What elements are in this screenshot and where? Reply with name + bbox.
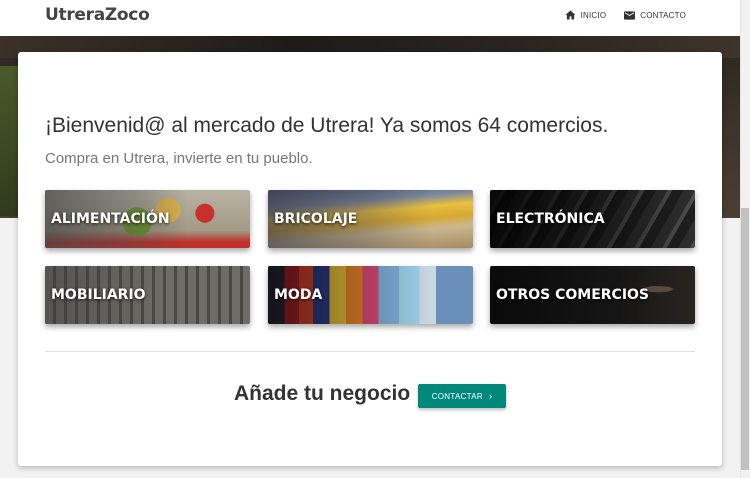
scrollbar-thumb[interactable]	[741, 208, 749, 470]
home-icon	[565, 10, 576, 20]
brand-logo[interactable]: UtreraZoco	[45, 5, 150, 25]
hero-tree	[0, 66, 20, 216]
category-label: OTROS COMERCIOS	[496, 287, 650, 303]
contact-button[interactable]: CONTACTAR ›	[418, 384, 506, 408]
category-tile-bricolaje[interactable]: BRICOLAJE	[268, 190, 473, 248]
nav-menu: INICIO CONTACTO	[565, 10, 686, 20]
category-label: BRICOLAJE	[274, 211, 358, 227]
welcome-title: ¡Bienvenid@ al mercado de Utrera! Ya som…	[45, 114, 609, 137]
add-business-heading: Añade tu negocio	[234, 382, 411, 405]
category-tile-mobiliario[interactable]: MOBILIARIO	[45, 266, 250, 324]
nav-link-contacto[interactable]: CONTACTO	[624, 11, 686, 20]
category-tile-moda[interactable]: MODA	[268, 266, 473, 324]
category-tile-electronica[interactable]: ELECTRÓNICA	[490, 190, 695, 248]
mail-icon	[624, 10, 636, 20]
page-scrollbar[interactable]	[740, 0, 750, 478]
contact-button-label: CONTACTAR	[431, 391, 483, 401]
welcome-subtitle: Compra en Utrera, invierte en tu pueblo.	[45, 150, 313, 167]
nav-link-label: INICIO	[580, 10, 607, 20]
category-label: ELECTRÓNICA	[496, 211, 605, 227]
section-divider	[45, 351, 695, 352]
category-label: ALIMENTACIÓN	[51, 211, 170, 227]
chevron-right-icon: ›	[488, 390, 493, 401]
category-tile-alimentacion[interactable]: ALIMENTACIÓN	[45, 190, 250, 248]
main-card: ¡Bienvenid@ al mercado de Utrera! Ya som…	[18, 52, 722, 466]
category-label: MOBILIARIO	[51, 287, 146, 303]
category-tile-otros-comercios[interactable]: OTROS COMERCIOS	[490, 266, 695, 324]
top-navbar: UtreraZoco INICIO CONTACTO	[0, 0, 740, 36]
nav-link-inicio[interactable]: INICIO	[565, 10, 607, 20]
category-label: MODA	[274, 287, 323, 303]
nav-link-label: CONTACTO	[640, 10, 686, 20]
